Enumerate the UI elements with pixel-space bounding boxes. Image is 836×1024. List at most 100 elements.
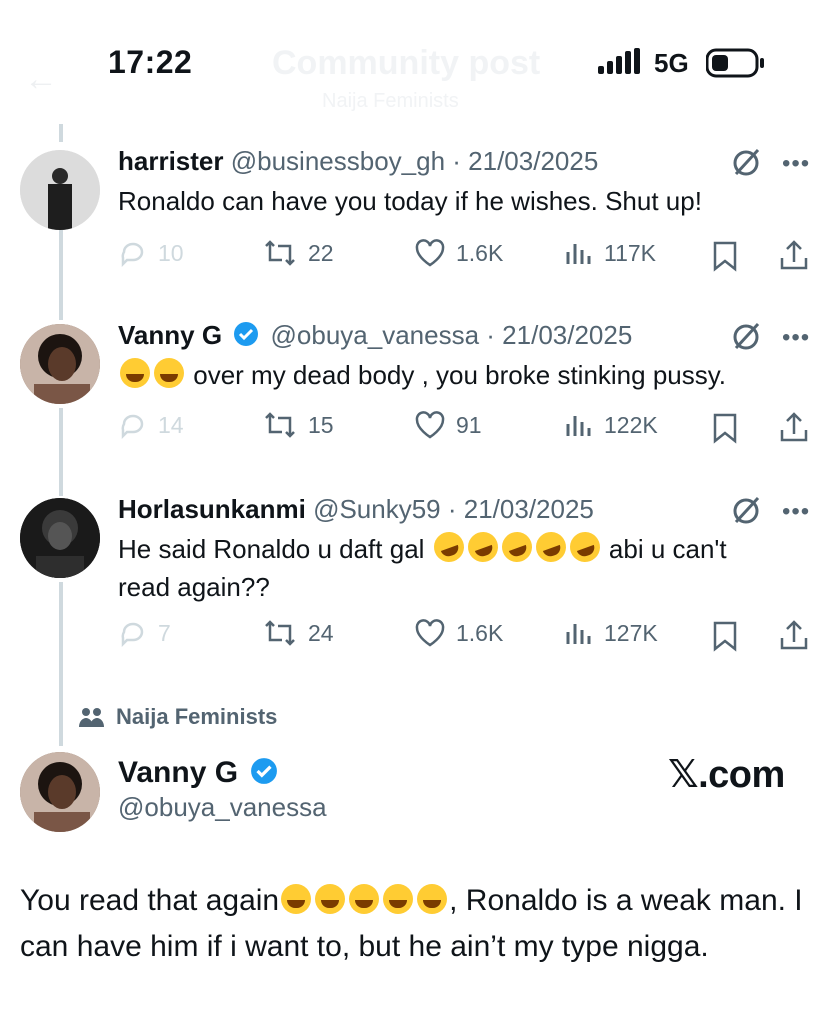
page-title: Community post [272, 44, 541, 82]
like-button[interactable]: 1.6K [414, 618, 503, 648]
tears-of-joy-emoji [383, 884, 414, 914]
views-icon [566, 244, 591, 264]
tweet-text: Ronaldo can have you today if he wishes.… [118, 186, 702, 216]
views-button[interactable]: 117K [564, 238, 656, 268]
bookmark-icon[interactable] [712, 412, 738, 444]
views-button[interactable]: 127K [564, 618, 658, 648]
views-icon [566, 624, 591, 644]
action-bar: 7 24 1.6K 127K [118, 618, 818, 658]
repost-button[interactable]: 24 [262, 618, 334, 648]
status-time: 17:22 [108, 44, 193, 80]
tears-of-joy-emoji [349, 884, 380, 914]
author-name[interactable]: Horlasunkanmi [118, 494, 306, 524]
post-date: · 21/03/2025 [447, 494, 594, 524]
tweet-text-content: abi u can't [608, 534, 727, 564]
rofl-emoji [531, 527, 570, 567]
reply-button[interactable]: 7 [118, 618, 171, 648]
reply-icon [121, 622, 144, 648]
tears-of-joy-emoji [281, 884, 312, 914]
author-name[interactable]: harrister [118, 146, 224, 176]
community-icon [79, 708, 104, 727]
more-icon[interactable]: ••• [782, 150, 810, 178]
like-count: 1.6K [456, 619, 504, 646]
rofl-emoji [497, 527, 536, 567]
main-text-part1: You read that again [20, 884, 280, 917]
thread-line [59, 408, 63, 496]
tweet-text-content: over my dead body , you broke stinking p… [193, 360, 727, 390]
verified-badge-icon [234, 322, 259, 346]
post-date: · 21/03/2025 [452, 146, 599, 176]
reply-button[interactable]: 10 [118, 238, 184, 268]
author-handle[interactable]: @businessboy_gh [231, 146, 445, 176]
back-arrow-icon[interactable]: ← [24, 60, 58, 99]
community-label[interactable]: Naija Feminists [78, 704, 277, 730]
action-bar: 10 22 1.6K 117K [118, 238, 818, 278]
thread-line [59, 230, 63, 320]
reply-button[interactable]: 14 [118, 410, 184, 440]
tweet-text: He said Ronaldo u daft gal abi u can't r… [118, 527, 808, 606]
reply-count: 7 [158, 619, 171, 646]
rofl-emoji [565, 527, 604, 567]
repost-count: 24 [308, 619, 334, 646]
rofl-emoji [463, 527, 502, 567]
tears-of-joy-emoji [154, 358, 184, 388]
main-author-name-text: Vanny G [118, 756, 239, 789]
author-name[interactable]: Vanny G [118, 320, 222, 350]
bookmark-icon[interactable] [712, 240, 738, 272]
author-handle[interactable]: @Sunky59 [313, 494, 441, 524]
tweet-text-content: He said Ronaldo u daft gal [118, 534, 425, 564]
repost-count: 22 [308, 239, 334, 266]
tears-of-joy-emoji [417, 884, 448, 914]
network-type: 5G [654, 48, 689, 78]
like-button[interactable]: 1.6K [414, 238, 503, 268]
tears-of-joy-emoji [120, 358, 150, 388]
rofl-emoji [429, 527, 468, 567]
grok-icon[interactable] [730, 146, 762, 178]
verified-badge-icon [251, 758, 278, 784]
like-count: 1.6K [456, 239, 504, 266]
views-count: 122K [604, 411, 658, 438]
page-subtitle: Naija Feminists [322, 90, 459, 112]
repost-icon [265, 412, 295, 438]
like-count: 91 [456, 411, 482, 438]
reply-count: 10 [158, 239, 184, 266]
avatar[interactable] [20, 324, 100, 404]
share-icon[interactable] [778, 238, 810, 272]
signal-icon [598, 48, 640, 74]
views-button[interactable]: 122K [564, 410, 658, 440]
like-icon [415, 619, 445, 647]
reply-icon [121, 414, 144, 440]
post-date: · 21/03/2025 [486, 320, 633, 350]
reply-icon [121, 242, 144, 268]
xcom-watermark: 𝕏.com [668, 754, 785, 796]
bookmark-icon[interactable] [712, 620, 738, 652]
main-author-name[interactable]: Vanny G [118, 756, 282, 790]
repost-icon [265, 240, 295, 266]
views-count: 117K [604, 239, 657, 266]
main-avatar[interactable] [20, 752, 100, 832]
grok-icon[interactable] [730, 494, 762, 526]
repost-icon [265, 620, 295, 646]
status-bar: ← Community post Naija Feminists 17:22 5… [0, 0, 836, 120]
tears-of-joy-emoji [315, 884, 346, 914]
action-bar: 14 15 91 122K [118, 410, 818, 450]
author-handle[interactable]: @obuya_vanessa [271, 320, 480, 350]
share-icon[interactable] [778, 410, 810, 444]
community-name: Naija Feminists [116, 704, 278, 729]
main-author-handle[interactable]: @obuya_vanessa [118, 792, 327, 823]
avatar[interactable] [20, 498, 100, 578]
like-button[interactable]: 91 [414, 410, 482, 440]
repost-count: 15 [308, 411, 334, 438]
thread-line [59, 124, 63, 142]
views-count: 127K [604, 619, 658, 646]
main-post-text: You read that again, Ronaldo is a weak m… [20, 878, 816, 970]
more-icon[interactable]: ••• [782, 324, 810, 352]
repost-button[interactable]: 15 [262, 410, 334, 440]
repost-button[interactable]: 22 [262, 238, 334, 268]
share-icon[interactable] [778, 618, 810, 652]
more-icon[interactable]: ••• [782, 498, 810, 526]
grok-icon[interactable] [730, 320, 762, 352]
like-icon [415, 411, 445, 439]
views-icon [566, 416, 591, 436]
avatar[interactable] [20, 150, 100, 230]
